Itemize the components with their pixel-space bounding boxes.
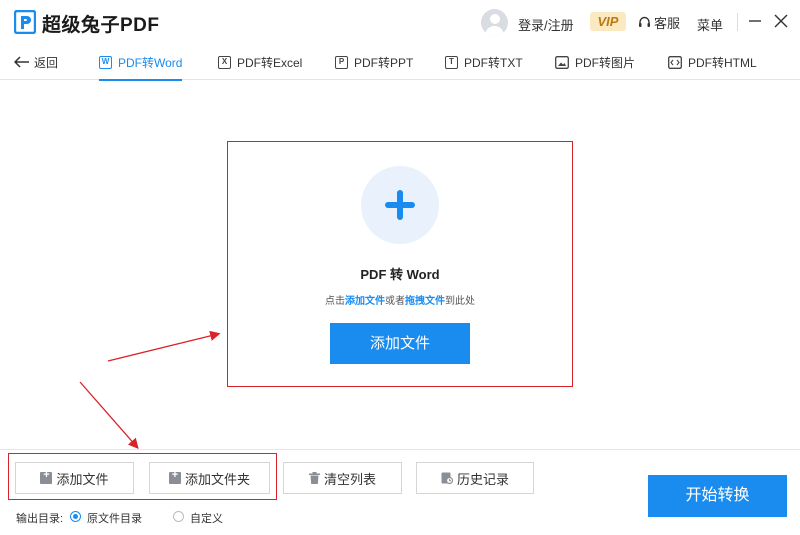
tab-pdf-to-word[interactable]: W PDF转Word [99,44,183,81]
arrow-left-icon [14,56,29,68]
login-register-link[interactable]: 登录/注册 [518,15,574,34]
bottom-divider [0,449,800,450]
back-button[interactable]: 返回 [14,44,58,80]
tab-pdf-to-html[interactable]: PDF转HTML [668,44,757,80]
tab-pdf-to-txt[interactable]: T PDF转TXT [445,44,523,80]
menu-button[interactable]: 菜单 [697,15,723,34]
customer-service-button[interactable]: 客服 [638,13,680,32]
trash-icon [308,472,320,484]
tab-label: PDF转Word [118,55,183,70]
tab-pdf-to-ppt[interactable]: P PDF转PPT [335,44,413,80]
history-button[interactable]: 历史记录 [416,462,534,494]
start-conversion-button[interactable]: 开始转换 [648,475,787,517]
original-directory-label: 原文件目录 [87,513,142,525]
add-folder-icon [168,469,181,484]
title-bar: 超级兔子PDF 登录/注册 VIP 客服 菜单 [0,0,800,44]
code-icon [668,55,682,69]
radio-original-directory[interactable] [70,511,81,522]
vip-badge[interactable]: VIP [590,12,626,31]
minimize-icon[interactable] [745,11,765,31]
tab-pdf-to-image[interactable]: PDF转图片 [555,44,635,80]
avatar[interactable] [481,9,508,36]
headset-icon [639,16,650,27]
app-logo-icon [14,10,36,34]
tab-label: PDF转HTML [688,55,757,70]
arrow-to-dropzone [107,330,221,362]
tab-label: PDF转PPT [354,55,414,70]
image-icon [555,55,569,69]
add-file-link[interactable]: 添加文件 [345,296,385,307]
tab-label: PDF转TXT [464,55,523,70]
tab-pdf-to-excel[interactable]: X PDF转Excel [218,44,302,80]
customer-service-label: 客服 [654,16,681,31]
arrow-to-buttons [79,381,139,449]
output-directory-label: 输出目录: [16,513,64,525]
word-icon: W [99,55,112,69]
custom-directory-label: 自定义 [190,513,223,525]
excel-icon: X [218,55,231,69]
file-drop-zone[interactable]: PDF 转 Word 点击添加文件或者拖拽文件到此处 添加文件 [227,141,573,387]
add-file-circle-button[interactable] [361,166,439,244]
ppt-icon: P [335,55,348,69]
add-folder-button[interactable]: 添加文件夹 [149,462,270,494]
header-divider [737,13,738,31]
drag-file-text: 拖拽文件 [405,296,445,307]
conversion-tabs: 返回 W PDF转Word X PDF转Excel P PDF转PPT T PD… [0,44,800,81]
app-title: 超级兔子PDF [42,15,160,36]
clear-list-button[interactable]: 清空列表 [283,462,402,494]
back-label: 返回 [34,55,59,70]
history-icon [441,472,453,484]
conversion-title: PDF 转 Word [360,267,440,282]
add-file-button[interactable]: 添加文件 [330,323,470,364]
close-icon[interactable] [771,11,791,31]
txt-icon: T [445,55,458,69]
tab-label: PDF转Excel [237,55,303,70]
radio-custom-directory[interactable] [173,511,184,522]
tab-label: PDF转图片 [575,55,636,70]
drop-hint: 点击添加文件或者拖拽文件到此处 [325,296,475,307]
add-file-bottom-button[interactable]: 添加文件 [15,462,134,494]
add-file-icon [40,469,53,484]
